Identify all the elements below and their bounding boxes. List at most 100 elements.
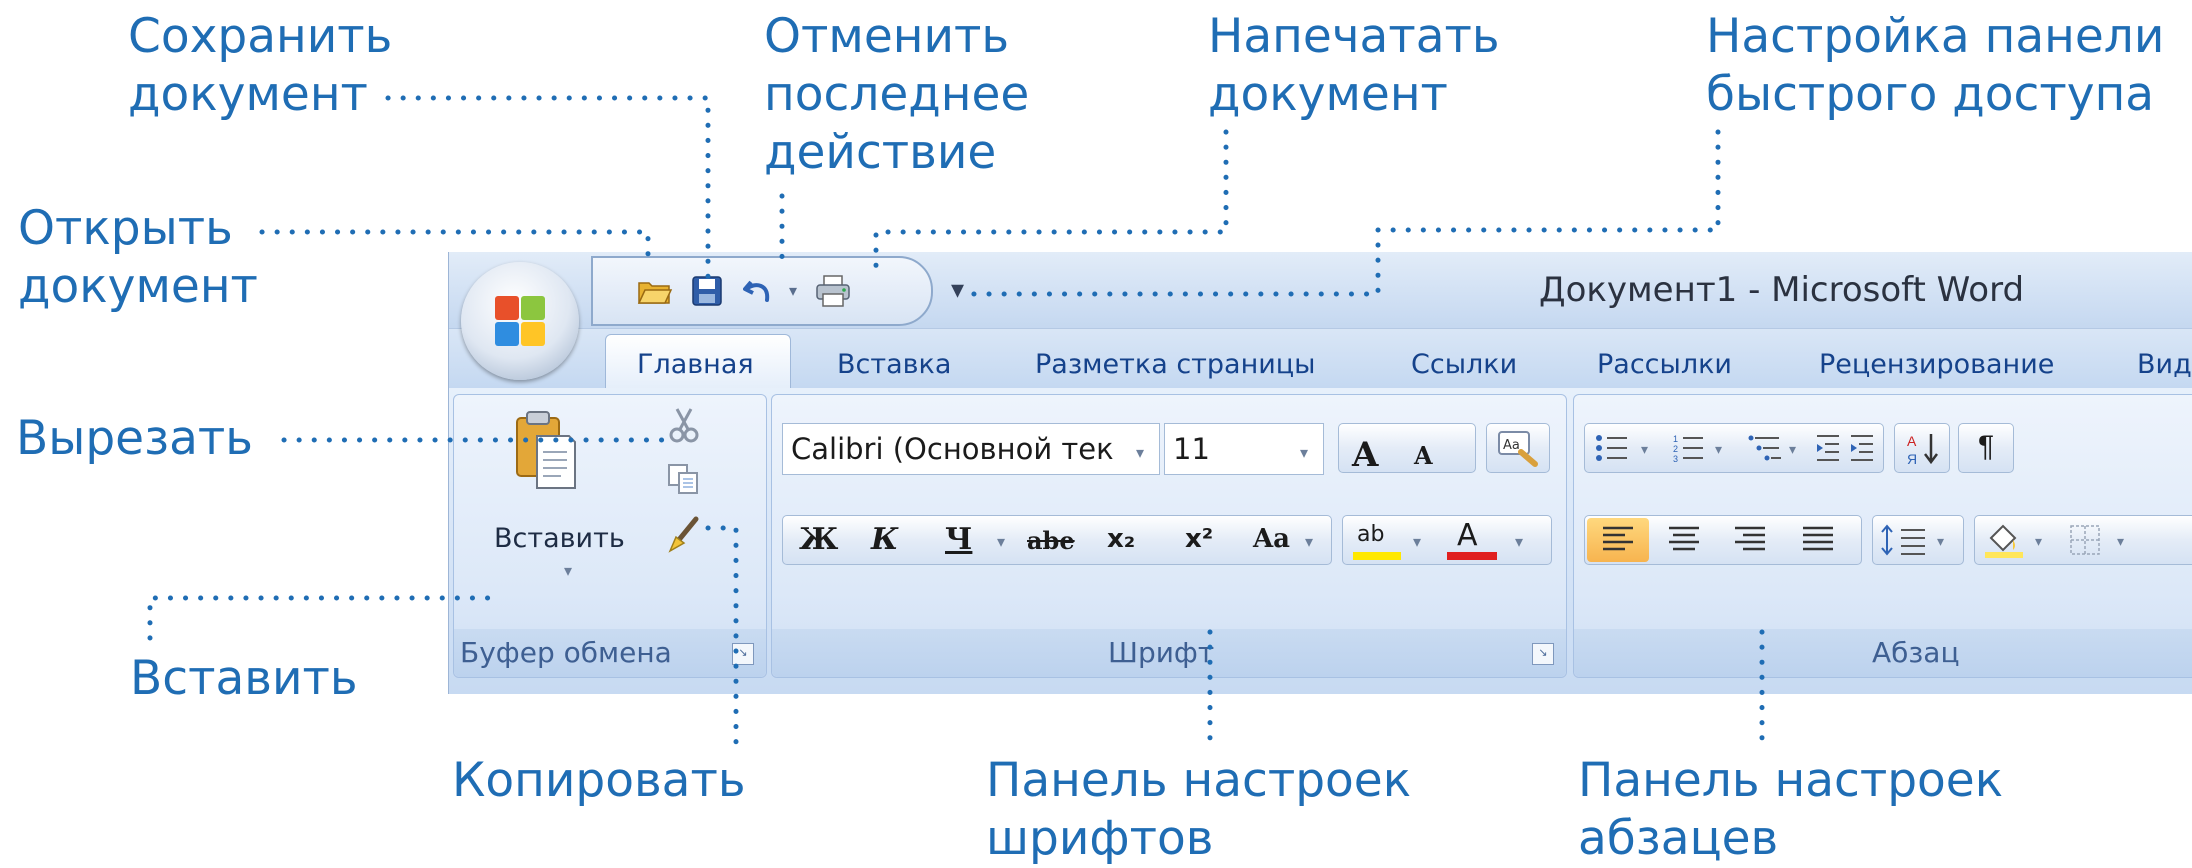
align-right-icon — [1735, 526, 1765, 551]
clear-format-button[interactable]: Aa — [1486, 423, 1550, 473]
office-button[interactable] — [461, 262, 579, 380]
superscript-button[interactable]: x² — [1185, 524, 1213, 554]
print-icon[interactable] — [815, 274, 851, 308]
format-buttons-box: Ж К Ч ▾ abe x₂ x² Aa ▾ — [782, 515, 1332, 565]
office-logo-icon — [495, 296, 545, 346]
shrink-font-button[interactable]: A — [1414, 441, 1433, 470]
color-buttons-box: ab ▾ A ▾ — [1342, 515, 1552, 565]
decrease-indent-icon — [1817, 435, 1839, 461]
font-size-dropdown-icon[interactable]: ▾ — [1300, 443, 1308, 463]
underline-button[interactable]: Ч — [945, 522, 972, 557]
svg-text:Я: Я — [1907, 451, 1917, 467]
font-launcher-icon[interactable]: ↘ — [1532, 643, 1554, 665]
list-buttons-box: ▾ 123 ▾ ▾ — [1584, 423, 1884, 473]
underline-dropdown-icon[interactable]: ▾ — [997, 532, 1005, 552]
window-title: Документ1 - Microsoft Word — [1539, 270, 2025, 310]
clipboard-group: Вставить ▾ Буфер обмена ↘ — [453, 394, 767, 678]
shading-dropdown-icon: ▾ — [2035, 533, 2042, 549]
shading-icon — [1985, 524, 2023, 558]
font-size-value: 11 — [1173, 432, 1210, 466]
increase-indent-icon — [1851, 435, 1873, 461]
font-group-title: Шрифт — [1108, 636, 1215, 669]
customize-arrow-icon[interactable]: ▾ — [951, 274, 964, 305]
open-folder-icon[interactable] — [637, 274, 673, 308]
save-disk-icon[interactable] — [689, 274, 725, 308]
font-name-select[interactable]: Calibri (Основной тек — [782, 423, 1160, 475]
bullets-icon — [1596, 435, 1627, 461]
annotation-undo: Отменить последнее действие — [764, 9, 1030, 180]
line-spacing-icon: ▾ — [1881, 524, 1944, 556]
tab-view[interactable]: Вид — [2137, 349, 2192, 380]
svg-text:1: 1 — [1673, 434, 1678, 444]
font-color-button[interactable]: A — [1457, 518, 1478, 553]
tab-page-layout[interactable]: Разметка страницы — [1035, 349, 1315, 380]
highlight-button[interactable]: ab — [1357, 522, 1384, 547]
undo-icon[interactable] — [741, 274, 777, 308]
align-left-icon — [1603, 526, 1633, 551]
word-window: ▾ ▾ Документ1 - Microsoft Word Главная В… — [448, 252, 2192, 694]
ribbon: Вставить ▾ Буфер обмена ↘ Calibri (Основ… — [449, 388, 2192, 694]
annotation-paste: Вставить — [130, 651, 358, 706]
annotation-print: Напечатать документ — [1208, 9, 1500, 122]
tab-mailings[interactable]: Рассылки — [1597, 349, 1732, 380]
format-painter-icon[interactable] — [664, 513, 704, 557]
annotation-paragraph-panel: Панель настроек абзацев — [1578, 753, 2004, 866]
list-icons: ▾ 123 ▾ ▾ — [1596, 434, 1873, 464]
align-icons — [1603, 526, 1833, 551]
show-marks-button[interactable]: ¶ — [1958, 423, 2014, 473]
change-case-button[interactable]: Aa — [1253, 524, 1290, 554]
annotation-open: Открыть документ — [18, 201, 258, 314]
svg-text:Aa: Aa — [1503, 438, 1520, 453]
font-name-value: Calibri (Основной тек — [791, 432, 1114, 466]
tab-home-label[interactable]: Главная — [637, 349, 754, 380]
sort-az-icon: AЯ — [1907, 433, 1938, 467]
numbering-icon: 123 — [1673, 434, 1703, 464]
font-color-dropdown-icon[interactable]: ▾ — [1515, 532, 1523, 552]
quick-access-toolbar: ▾ — [591, 256, 933, 326]
borders-icon — [2070, 525, 2100, 555]
paste-dropdown-icon[interactable]: ▾ — [564, 561, 572, 581]
svg-text:2: 2 — [1673, 444, 1678, 454]
svg-text:A: A — [1907, 433, 1917, 449]
subscript-button[interactable]: x₂ — [1107, 524, 1135, 554]
paste-button[interactable]: Вставить — [494, 523, 625, 554]
borders-dropdown-icon: ▾ — [2117, 533, 2124, 549]
highlight-color-swatch — [1353, 552, 1401, 560]
sort-button[interactable]: AЯ — [1894, 423, 1950, 473]
bold-button[interactable]: Ж — [799, 522, 838, 557]
italic-button[interactable]: К — [871, 522, 898, 557]
annotation-copy: Копировать — [452, 753, 746, 808]
leader-paste — [147, 595, 501, 641]
svg-text:▾: ▾ — [1937, 533, 1944, 549]
font-color-swatch — [1447, 552, 1497, 560]
clipboard-launcher-icon[interactable]: ↘ — [732, 643, 754, 665]
align-buttons-box — [1584, 515, 1862, 565]
svg-text:3: 3 — [1673, 454, 1678, 464]
clipboard-footer: Буфер обмена ↘ — [454, 629, 766, 677]
shading-border-icons: ▾ ▾ — [1985, 524, 2124, 558]
undo-dropdown-icon[interactable]: ▾ — [783, 274, 803, 308]
strikethrough-button[interactable]: abe — [1027, 526, 1075, 555]
paragraph-group-title: Абзац — [1872, 636, 1960, 669]
scissors-icon[interactable] — [664, 405, 704, 445]
numbering-dropdown-icon: ▾ — [1715, 441, 1722, 457]
grow-font-button[interactable]: A — [1352, 435, 1378, 475]
tab-insert[interactable]: Вставка — [837, 349, 951, 380]
copy-icon[interactable] — [664, 459, 704, 499]
multilevel-dropdown-icon: ▾ — [1789, 441, 1796, 457]
font-footer: Шрифт ↘ — [772, 629, 1566, 677]
line-spacing-button[interactable]: ▾ — [1872, 515, 1964, 565]
tab-review[interactable]: Рецензирование — [1819, 349, 2054, 380]
annotation-customize: Настройка панели быстрого доступа — [1706, 9, 2165, 122]
bullets-dropdown-icon: ▾ — [1641, 441, 1648, 457]
clipboard-group-title: Буфер обмена — [460, 636, 672, 669]
multilevel-list-icon — [1748, 435, 1781, 461]
font-name-dropdown-icon[interactable]: ▾ — [1136, 443, 1144, 463]
change-case-dropdown-icon[interactable]: ▾ — [1305, 532, 1313, 552]
clipboard-paste-icon[interactable] — [510, 405, 580, 497]
tab-references[interactable]: Ссылки — [1411, 349, 1517, 380]
shading-border-box: ▾ ▾ — [1974, 515, 2192, 565]
highlight-dropdown-icon[interactable]: ▾ — [1413, 532, 1421, 552]
justify-icon — [1803, 526, 1833, 551]
annotation-save: Сохранить документ — [128, 9, 393, 122]
